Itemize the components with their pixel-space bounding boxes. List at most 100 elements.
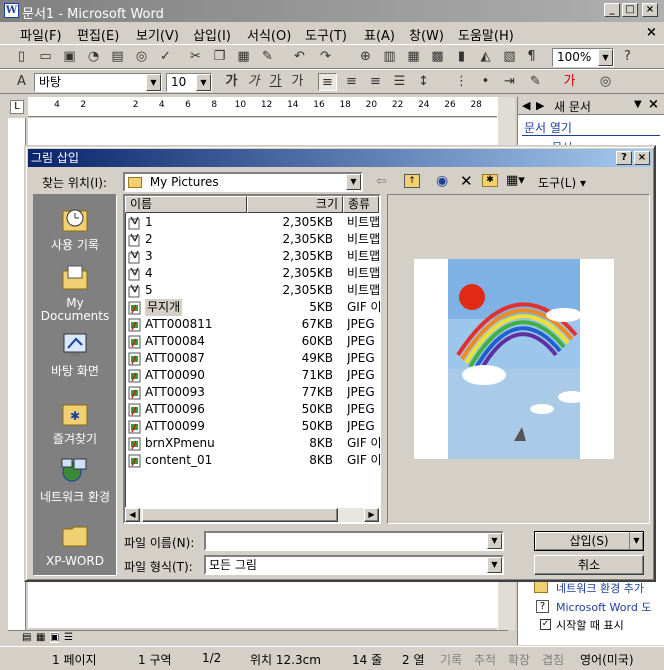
- look-in-select[interactable]: My Pictures ▼: [123, 172, 363, 192]
- status-track[interactable]: 추적: [474, 651, 496, 668]
- word-app-icon[interactable]: W: [4, 3, 19, 18]
- underline-button[interactable]: 가: [266, 73, 285, 91]
- chevron-down-icon[interactable]: ▼: [487, 557, 502, 573]
- status-record[interactable]: 기록: [440, 651, 462, 668]
- menu-file[interactable]: 파일(F): [20, 25, 62, 44]
- file-row[interactable]: 4 2,305KB 비트맵: [125, 265, 380, 282]
- spelling-icon[interactable]: ✓: [156, 48, 175, 66]
- font-color-icon[interactable]: 가: [560, 73, 579, 91]
- tables-borders-icon[interactable]: ▥: [380, 48, 399, 66]
- new-folder-icon[interactable]: ✱: [482, 174, 498, 187]
- file-row[interactable]: ATT00099 50KB JPEG: [125, 418, 379, 435]
- insert-button[interactable]: 삽입(S) ▼: [534, 531, 644, 551]
- dialog-close-button[interactable]: ×: [634, 151, 650, 165]
- up-one-level-icon[interactable]: ↑: [404, 174, 420, 188]
- tab-selector[interactable]: L: [10, 100, 24, 114]
- menu-window[interactable]: 창(W): [409, 25, 444, 44]
- place-favorites[interactable]: ✱ 즐겨찾기: [34, 399, 116, 446]
- menu-format[interactable]: 서식(O): [247, 25, 291, 44]
- align-justify-icon[interactable]: ≡: [318, 73, 337, 91]
- file-row[interactable]: 3 2,305KB 비트맵: [125, 248, 380, 265]
- redo-icon[interactable]: ↷: [316, 48, 335, 66]
- outline-view-icon[interactable]: ☰: [64, 632, 73, 643]
- file-row[interactable]: ATT00093 77KB JPEG: [125, 384, 379, 401]
- undo-icon[interactable]: ↶: [290, 48, 309, 66]
- chevron-down-icon[interactable]: ▼: [196, 74, 211, 91]
- tools-menu-button[interactable]: 도구(L) ▾: [538, 174, 586, 191]
- bullets-icon[interactable]: •: [476, 73, 495, 91]
- drawing-icon[interactable]: ◭: [476, 48, 495, 66]
- status-overtype[interactable]: 겹침: [542, 651, 564, 668]
- search-web-icon[interactable]: ◉: [436, 173, 448, 189]
- menu-insert[interactable]: 삽입(I): [193, 25, 231, 44]
- save-icon[interactable]: ▣: [60, 48, 79, 66]
- cancel-button[interactable]: 취소: [534, 555, 644, 575]
- cut-icon[interactable]: ✂: [186, 48, 205, 66]
- file-row[interactable]: ATT00084 60KB JPEG: [125, 333, 379, 350]
- close-document-icon[interactable]: ×: [646, 25, 657, 40]
- insert-excel-icon[interactable]: ▩: [428, 48, 447, 66]
- styles-formatting-icon[interactable]: A: [12, 73, 31, 91]
- scroll-thumb[interactable]: [142, 508, 338, 522]
- forward-arrow-icon[interactable]: ▶: [536, 99, 544, 112]
- bold-button[interactable]: 가: [222, 73, 241, 91]
- chevron-down-icon[interactable]: ▼: [346, 174, 361, 190]
- chevron-down-icon[interactable]: ▼: [487, 533, 502, 549]
- task-pane-close-icon[interactable]: ×: [648, 97, 659, 112]
- column-header-size[interactable]: 크기: [247, 196, 343, 213]
- file-row[interactable]: brnXPmenu 8KB GIF 이: [125, 435, 381, 452]
- font-size-select[interactable]: 10 ▼: [166, 73, 212, 92]
- file-row[interactable]: ATT00096 50KB JPEG: [125, 401, 379, 418]
- column-header-name[interactable]: 이름: [125, 196, 247, 213]
- columns-icon[interactable]: ▮: [452, 48, 471, 66]
- help-icon[interactable]: ?: [618, 48, 637, 66]
- copy-icon[interactable]: ❐: [210, 48, 229, 66]
- chevron-down-icon[interactable]: ▼: [146, 74, 161, 91]
- indent-icon[interactable]: ⇥: [500, 73, 519, 91]
- scroll-right-icon[interactable]: ▶: [364, 508, 379, 522]
- menu-table[interactable]: 표(A): [364, 25, 395, 44]
- web-view-icon[interactable]: ▦: [36, 632, 45, 643]
- maximize-button[interactable]: □: [622, 3, 638, 17]
- place-network[interactable]: 네트워크 환경: [34, 457, 116, 504]
- scroll-left-icon[interactable]: ◀: [125, 508, 140, 522]
- new-document-icon[interactable]: ▯: [12, 48, 31, 66]
- menu-view[interactable]: 보기(V): [136, 25, 179, 44]
- numbering-icon[interactable]: ⋮: [452, 73, 471, 91]
- insert-table-icon[interactable]: ▦: [404, 48, 423, 66]
- task-pane-menu-icon[interactable]: ▼: [634, 99, 642, 110]
- place-desktop[interactable]: 바탕 화면: [34, 331, 116, 378]
- file-row[interactable]: ATT000811 67KB JPEG: [125, 316, 379, 333]
- place-history[interactable]: 사용 기록: [34, 205, 116, 252]
- place-my-documents[interactable]: My Documents: [34, 263, 116, 323]
- file-list[interactable]: 이름 크기 종류 1 2,305KB 비트맵 2 2,305KB 비트맵 3 2,305KB 비…: [123, 194, 381, 524]
- italic-button[interactable]: 가: [244, 73, 263, 91]
- line-spacing-icon[interactable]: ↕: [414, 73, 433, 91]
- file-row[interactable]: 무지개 5KB GIF 이: [125, 299, 381, 316]
- highlight-icon[interactable]: ✎: [526, 73, 545, 91]
- align-right-icon[interactable]: ≡: [366, 73, 385, 91]
- task-pane-link-help[interactable]: Microsoft Word 도: [556, 599, 651, 615]
- format-painter-icon[interactable]: ✎: [258, 48, 277, 66]
- print-preview-icon[interactable]: ◎: [132, 48, 151, 66]
- delete-icon[interactable]: ✕: [460, 172, 473, 190]
- minimize-button[interactable]: _: [604, 3, 620, 17]
- horizontal-scrollbar[interactable]: ◀ ▶: [125, 507, 379, 522]
- place-xp-word[interactable]: XP-WORD: [34, 521, 116, 568]
- show-at-startup-checkbox[interactable]: ✓: [540, 619, 551, 630]
- task-pane-link-network[interactable]: 네트워크 환경 추가: [556, 580, 644, 596]
- file-row[interactable]: 5 2,305KB 비트맵: [125, 282, 380, 299]
- menu-edit[interactable]: 편집(E): [77, 25, 119, 44]
- chevron-down-icon[interactable]: ▼: [598, 49, 613, 66]
- zoom-select[interactable]: 100% ▼: [552, 48, 614, 67]
- filename-input[interactable]: ▼: [204, 531, 504, 551]
- permission-icon[interactable]: ◔: [84, 48, 103, 66]
- back-arrow-icon[interactable]: ◀: [522, 99, 530, 112]
- file-row[interactable]: content_01 8KB GIF 이: [125, 452, 381, 469]
- show-hide-icon[interactable]: ¶: [522, 48, 541, 66]
- views-icon[interactable]: ▦▾: [506, 173, 525, 188]
- status-extend[interactable]: 확장: [508, 651, 530, 668]
- file-row[interactable]: ATT00090 71KB JPEG: [125, 367, 379, 384]
- align-center-icon[interactable]: ≡: [342, 73, 361, 91]
- close-button[interactable]: ×: [642, 3, 658, 17]
